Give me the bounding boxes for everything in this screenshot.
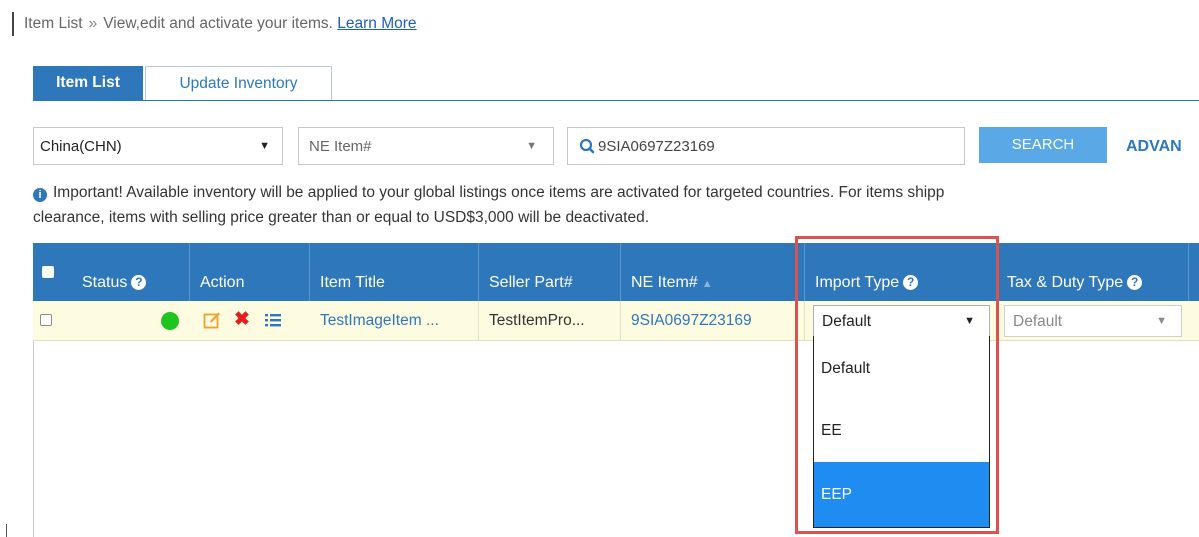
sort-ascending-icon: ▲	[701, 278, 713, 290]
highlight-box	[795, 236, 999, 534]
id-type-select[interactable]: NE Item# ▼	[298, 127, 554, 165]
id-type-select-value: NE Item#	[309, 138, 372, 155]
row-checkbox[interactable]	[40, 314, 52, 326]
tab-item-list[interactable]: Item List	[33, 66, 143, 100]
search-input[interactable]: 9SIA0697Z23169	[567, 127, 965, 165]
column-label: NE Item#	[631, 274, 698, 291]
column-label: Status	[82, 274, 128, 291]
important-notice: i Important! Available inventory will be …	[33, 180, 1193, 230]
search-button[interactable]: SEARCH	[979, 127, 1107, 163]
column-header-status[interactable]: Status?	[73, 243, 190, 301]
delete-icon[interactable]: ✖	[234, 310, 250, 330]
column-header-action: Action	[191, 243, 310, 301]
edit-icon[interactable]	[203, 311, 221, 329]
status-active-icon	[161, 312, 179, 330]
column-header-ne-item[interactable]: NE Item# ▲	[622, 243, 805, 301]
tab-update-inventory[interactable]: Update Inventory	[145, 66, 332, 100]
country-select[interactable]: China(CHN) ▼	[33, 127, 283, 165]
search-input-value: 9SIA0697Z23169	[598, 138, 715, 155]
item-title-link[interactable]: TestImageItem ...	[311, 301, 479, 341]
info-icon: i	[33, 188, 47, 202]
tax-duty-type-select[interactable]: Default ▼	[1004, 305, 1182, 337]
notice-line-2: clearance, items with selling price grea…	[33, 209, 650, 226]
ne-item-link[interactable]: 9SIA0697Z23169	[622, 301, 805, 341]
column-label: Tax & Duty Type	[1007, 274, 1124, 291]
search-icon	[579, 138, 595, 154]
select-all-checkbox[interactable]	[42, 266, 54, 278]
help-icon[interactable]: ?	[1127, 275, 1143, 290]
help-icon[interactable]: ?	[131, 275, 147, 290]
details-list-icon[interactable]	[264, 311, 282, 329]
caret-down-icon: ▼	[1156, 315, 1167, 327]
tabs-divider	[33, 100, 1199, 101]
breadcrumb: Item List » View,edit and activate your it…	[24, 15, 417, 33]
breadcrumb-title: Item List	[24, 15, 83, 32]
column-header-item-title[interactable]: Item Title	[311, 243, 479, 301]
caret-down-icon: ▼	[526, 140, 537, 152]
tax-duty-type-value: Default	[1013, 313, 1063, 330]
column-header-tax-duty-type[interactable]: Tax & Duty Type?	[998, 243, 1189, 301]
column-label: Action	[200, 274, 245, 291]
seller-part-cell: TestItemPro...	[480, 301, 621, 341]
column-label: Seller Part#	[489, 274, 573, 291]
learn-more-link[interactable]: Learn More	[337, 15, 416, 32]
breadcrumb-separator: »	[88, 15, 98, 32]
column-label: Item Title	[320, 274, 385, 291]
notice-line-1: Important! Available inventory will be a…	[53, 184, 945, 201]
caret-down-icon: ▼	[259, 140, 270, 152]
column-header-seller-part[interactable]: Seller Part#	[480, 243, 621, 301]
breadcrumb-bar	[12, 12, 14, 36]
breadcrumb-description: View,edit and activate your items.	[103, 15, 333, 32]
edge-mark	[6, 524, 7, 537]
advanced-search-link[interactable]: ADVAN	[1126, 138, 1182, 156]
country-select-value: China(CHN)	[40, 138, 122, 155]
